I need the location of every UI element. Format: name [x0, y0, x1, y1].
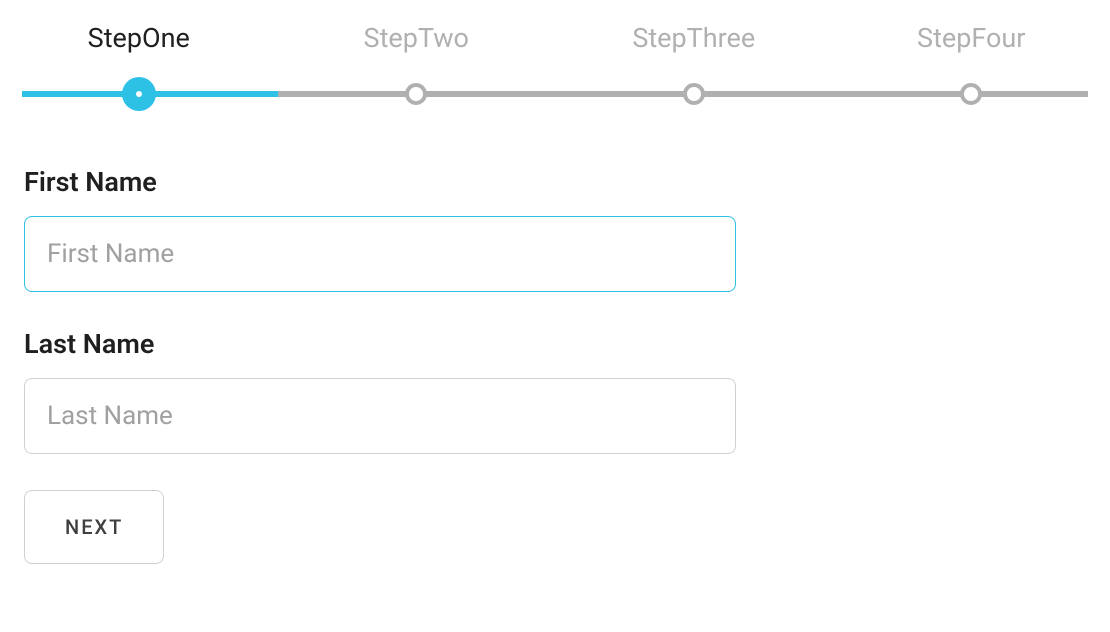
first-name-input[interactable] [24, 216, 736, 292]
step-line [278, 91, 417, 97]
step-circle-icon [960, 83, 982, 105]
next-button[interactable]: NEXT [24, 490, 164, 564]
step-four-track [833, 82, 1110, 106]
step-circle-icon [405, 83, 427, 105]
last-name-group: Last Name [24, 328, 736, 454]
step-line [694, 91, 833, 97]
step-line [971, 91, 1088, 97]
step-line [833, 91, 972, 97]
step-line [416, 91, 555, 97]
stepper: StepOne StepTwo StepThree StepFour [0, 0, 1110, 106]
form-container: First Name Last Name NEXT [0, 106, 760, 564]
step-one-track [0, 82, 278, 106]
step-line [555, 91, 694, 97]
step-one[interactable]: StepOne [0, 22, 278, 106]
first-name-group: First Name [24, 166, 736, 292]
step-two-track [278, 82, 556, 106]
step-three-label: StepThree [555, 22, 833, 54]
last-name-label: Last Name [24, 328, 736, 360]
step-two[interactable]: StepTwo [278, 22, 556, 106]
step-circle-icon [683, 83, 705, 105]
step-line [139, 91, 278, 97]
step-four-label: StepFour [833, 22, 1110, 54]
step-four[interactable]: StepFour [833, 22, 1110, 106]
step-three-track [555, 82, 833, 106]
step-three[interactable]: StepThree [555, 22, 833, 106]
step-one-label: StepOne [0, 22, 278, 54]
step-two-label: StepTwo [278, 22, 556, 54]
step-circle-icon [122, 77, 156, 111]
first-name-label: First Name [24, 166, 736, 198]
last-name-input[interactable] [24, 378, 736, 454]
